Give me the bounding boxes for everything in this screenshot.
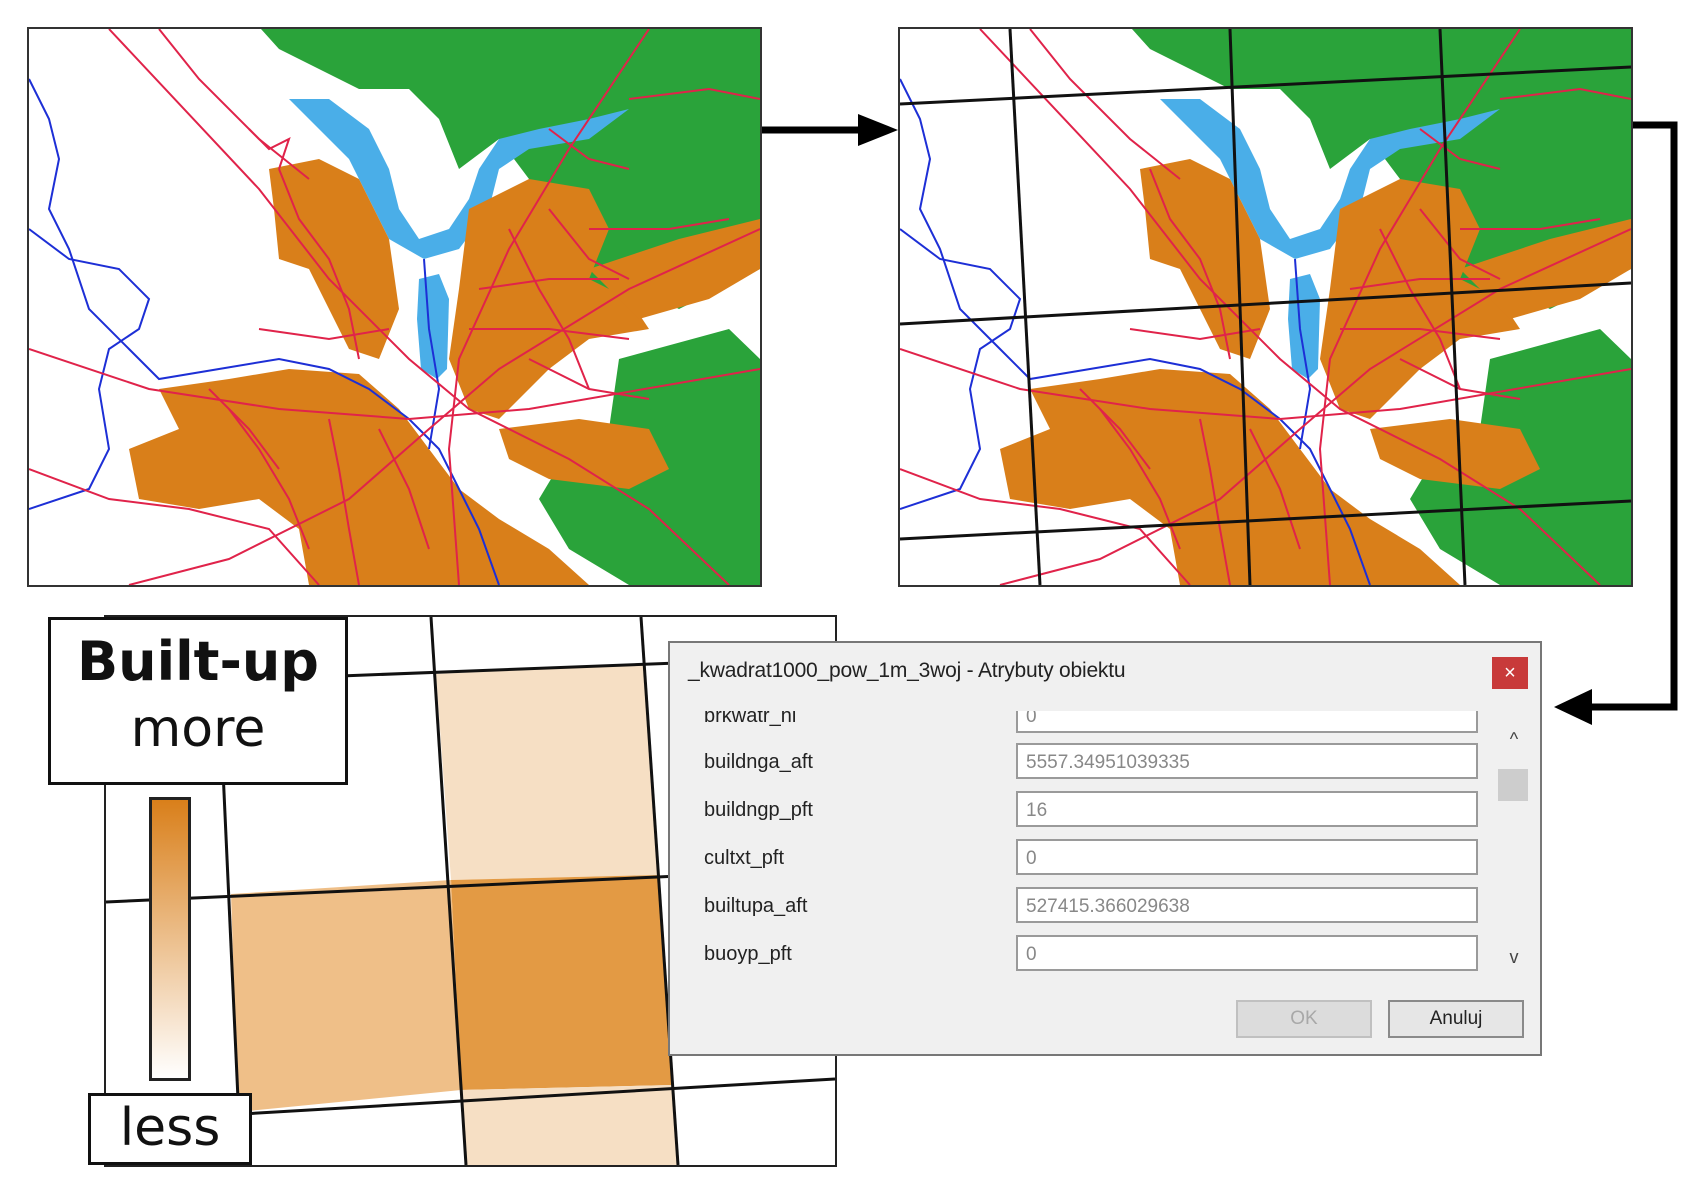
water-area xyxy=(1288,274,1320,379)
attribute-label: buoyp_pft xyxy=(704,943,792,965)
attribute-label: brkwatr_hl xyxy=(704,711,797,727)
cell-light xyxy=(461,1085,678,1165)
attribute-row: builtupa_aft 527415.366029638 xyxy=(670,885,1490,929)
cancel-button[interactable]: Anuluj xyxy=(1388,1000,1524,1038)
attribute-value-field[interactable]: 527415.366029638 xyxy=(1016,887,1478,923)
cell-mid xyxy=(231,880,461,1112)
water-area xyxy=(417,274,449,379)
attribute-value-field[interactable]: 0 xyxy=(1016,839,1478,875)
close-icon[interactable]: × xyxy=(1492,657,1528,689)
attribute-label: builtupa_aft xyxy=(704,895,808,917)
built-up-area xyxy=(129,369,589,585)
legend-less-box: less xyxy=(88,1093,252,1165)
attribute-row: buildnga_aft 5557.34951039335 xyxy=(670,741,1490,785)
built-up-area xyxy=(1370,419,1540,489)
legend-title-box: Built-up more xyxy=(48,617,348,785)
attribute-label: buildnga_aft xyxy=(704,751,813,773)
attribute-label: buildngp_pft xyxy=(704,799,813,821)
attribute-list: brkwatr_hl 0 buildnga_aft 5557.349510393… xyxy=(670,711,1540,981)
attributes-dialog: _kwadrat1000_pow_1m_3woj - Atrybuty obie… xyxy=(668,641,1542,1056)
built-up-area xyxy=(1000,369,1460,585)
attribute-value-field[interactable]: 0 xyxy=(1016,711,1478,733)
scroll-up-icon[interactable]: ^ xyxy=(1502,729,1526,750)
legend-title: Built-up xyxy=(77,630,319,693)
gridded-map-panel xyxy=(898,27,1633,587)
legend-less-label: less xyxy=(119,1098,221,1158)
scrollbar-thumb[interactable] xyxy=(1498,769,1528,801)
arrow-right-icon xyxy=(762,114,898,146)
attribute-label: cultxt_pft xyxy=(704,847,785,869)
attribute-row: buildngp_pft 16 xyxy=(670,789,1490,833)
dialog-title: _kwadrat1000_pow_1m_3woj - Atrybuty obie… xyxy=(688,659,1126,682)
attribute-value-field[interactable]: 5557.34951039335 xyxy=(1016,743,1478,779)
gridded-map xyxy=(900,29,1631,585)
arrow-connector-icon xyxy=(1554,121,1678,725)
legend-more-label: more xyxy=(130,699,266,759)
source-map-panel xyxy=(27,27,762,587)
cell-light xyxy=(436,664,659,880)
ok-button[interactable]: OK xyxy=(1236,1000,1372,1038)
attribute-value-field[interactable]: 0 xyxy=(1016,935,1478,971)
source-map xyxy=(29,29,760,585)
attribute-row: cultxt_pft 0 xyxy=(670,837,1490,881)
built-up-area xyxy=(499,419,669,489)
attribute-value-field[interactable]: 16 xyxy=(1016,791,1478,827)
scroll-down-icon[interactable]: v xyxy=(1502,947,1526,968)
cell-dark xyxy=(451,875,673,1090)
attribute-row: brkwatr_hl 0 xyxy=(670,711,1490,739)
legend-gradient-bar xyxy=(149,797,191,1081)
attribute-row: buoyp_pft 0 xyxy=(670,933,1490,977)
